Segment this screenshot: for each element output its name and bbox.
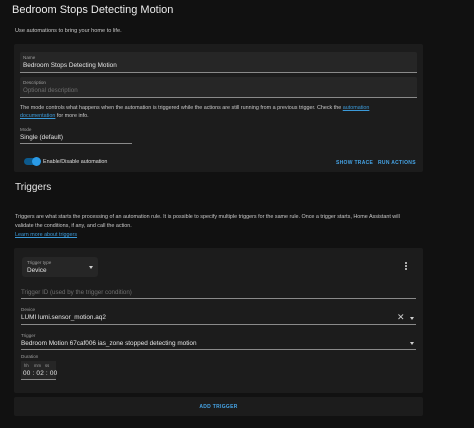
description-field-placeholder: Optional description — [23, 87, 78, 94]
mode-select-value: Single (default) — [20, 134, 63, 141]
duration-ss-label: ss — [45, 363, 50, 368]
triggers-intro-line1: Triggers are what starts the processing … — [15, 214, 400, 220]
learn-more-triggers-link[interactable]: Learn more about triggers — [15, 232, 77, 238]
trigger-type-label: Trigger type — [27, 260, 52, 265]
trigger-id-field[interactable]: Trigger ID (used by the trigger conditio… — [21, 287, 416, 299]
trigger-type-value: Device — [27, 267, 47, 274]
duration-hh-label: hh — [24, 363, 29, 368]
device-select[interactable]: Device LUMI lumi.sensor_motion.aq2 ✕ — [21, 305, 416, 325]
automation-details-card: Name Bedroom Stops Detecting Motion Desc… — [14, 44, 423, 172]
mode-select-label: Mode — [20, 127, 32, 132]
mode-select[interactable]: Mode Single (default) — [20, 124, 132, 144]
name-field[interactable]: Name Bedroom Stops Detecting Motion — [20, 52, 417, 73]
name-field-label: Name — [23, 55, 36, 60]
enable-toggle-label: Enable/Disable automation — [43, 159, 108, 165]
description-field[interactable]: Description Optional description — [20, 77, 417, 98]
close-icon[interactable]: ✕ — [397, 313, 405, 322]
triggers-section-title: Triggers — [15, 182, 52, 193]
device-label: Device — [21, 307, 36, 312]
caret-down-icon — [89, 266, 93, 269]
add-trigger-button[interactable]: ADD TRIGGER — [14, 397, 423, 416]
duration-value: 00 : 02 : 00 — [23, 370, 58, 377]
add-trigger-label: ADD TRIGGER — [199, 404, 238, 410]
trigger-id-placeholder: Trigger ID (used by the trigger conditio… — [21, 289, 132, 296]
mode-help-line1: The mode controls what happens when the … — [20, 105, 369, 111]
trigger-select[interactable]: Trigger Bedroom Motion 67caf006 ias_zone… — [21, 331, 416, 350]
page-title: Bedroom Stops Detecting Motion — [12, 4, 174, 16]
mode-help-text-after: for more info. — [56, 113, 89, 119]
description-field-label: Description — [23, 80, 46, 85]
enable-toggle-thumb[interactable] — [32, 157, 41, 166]
trigger-type-select[interactable]: Trigger type Device — [22, 257, 98, 277]
duration-mm-label: mm — [34, 363, 41, 368]
device-value: LUMI lumi.sensor_motion.aq2 — [21, 314, 106, 321]
kebab-menu-icon[interactable] — [405, 262, 407, 271]
trigger-label: Trigger — [21, 333, 36, 338]
trigger-value: Bedroom Motion 67caf006 ias_zone stopped… — [21, 340, 197, 347]
name-field-value: Bedroom Stops Detecting Motion — [23, 62, 117, 69]
duration-input[interactable]: hh mm ss 00 : 02 : 00 — [21, 361, 58, 380]
automation-docs-link[interactable]: automation — [343, 105, 370, 111]
caret-down-icon[interactable] — [410, 342, 414, 345]
trigger-card: Trigger type Device Trigger ID (used by … — [14, 248, 423, 393]
mode-help-text: The mode controls what happens when the … — [20, 105, 342, 111]
duration-label: Duration — [21, 354, 39, 359]
run-actions-button[interactable]: RUN ACTIONS — [378, 160, 416, 166]
automation-docs-link-2[interactable]: documentation — [20, 113, 55, 119]
caret-down-icon[interactable] — [410, 317, 414, 320]
mode-help-line2: documentation for more info. — [20, 113, 89, 119]
triggers-intro-line2: validate the conditions, if any, and cal… — [15, 223, 132, 229]
show-trace-button[interactable]: SHOW TRACE — [336, 160, 373, 166]
page-subtitle: Use automations to bring your home to li… — [15, 28, 122, 34]
